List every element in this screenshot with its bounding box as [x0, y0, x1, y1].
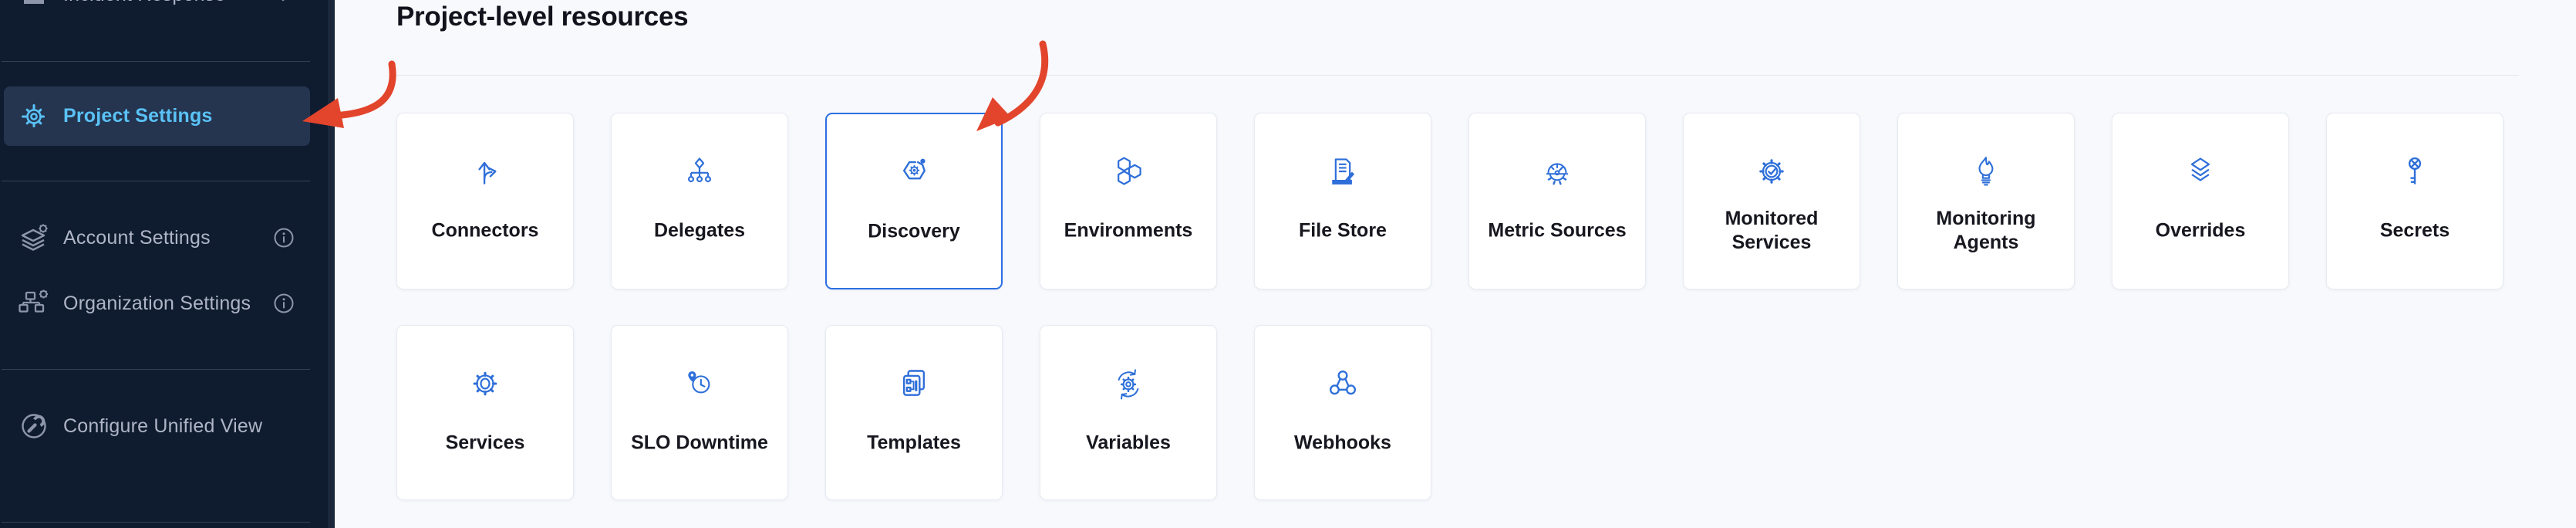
card-webhooks[interactable]: Webhooks	[1254, 325, 1431, 500]
card-secrets[interactable]: Secrets	[2326, 113, 2504, 289]
card-label: File Store	[1266, 219, 1419, 243]
incident-response-icon	[17, 0, 51, 12]
sidebar-item-configure-unified-view[interactable]: Configure Unified View	[4, 396, 310, 456]
card-file-store[interactable]: File Store	[1254, 113, 1431, 289]
sidebar-divider	[2, 61, 310, 62]
connectors-icon	[468, 154, 502, 188]
card-templates[interactable]: Templates	[825, 325, 1003, 500]
card-variables[interactable]: Variables	[1040, 325, 1217, 500]
environments-icon	[1111, 154, 1145, 188]
card-overrides[interactable]: Overrides	[2112, 113, 2289, 289]
card-label: Delegates	[623, 219, 776, 243]
sidebar-item-label: Incident Response	[63, 0, 225, 6]
card-monitored-services[interactable]: Monitored Services	[1683, 113, 1860, 289]
overrides-icon	[2183, 154, 2217, 188]
card-label: Webhooks	[1266, 432, 1419, 455]
slo-downtime-icon	[683, 367, 716, 401]
sidebar-item-account-settings[interactable]: Account Settings	[4, 208, 310, 268]
card-label: Environments	[1052, 219, 1205, 243]
sidebar-scrollbar[interactable]	[328, 0, 335, 528]
card-label: Discovery	[838, 220, 990, 244]
secrets-icon	[2398, 154, 2432, 188]
info-icon[interactable]	[273, 293, 295, 314]
card-label: Variables	[1052, 432, 1205, 455]
resource-cards-row-1: Connectors Delegates	[396, 113, 2504, 289]
gear-icon	[17, 100, 51, 134]
card-environments[interactable]: Environments	[1040, 113, 1217, 289]
sidebar-item-organization-settings[interactable]: Organization Settings	[4, 273, 310, 333]
sidebar-divider	[2, 369, 310, 370]
card-label: Services	[409, 432, 561, 455]
main-content: Project-level resources Connectors Deleg…	[335, 0, 2576, 528]
webhooks-icon	[1326, 367, 1360, 401]
variables-icon	[1111, 367, 1145, 401]
sidebar-item-label: Organization Settings	[63, 293, 251, 315]
header-divider	[396, 75, 2519, 76]
card-monitoring-agents[interactable]: Monitoring Agents	[1897, 113, 2075, 289]
info-icon[interactable]	[273, 227, 295, 249]
card-label: Connectors	[409, 219, 561, 243]
sidebar-item-label: Account Settings	[63, 227, 211, 249]
sidebar-item-label: Project Settings	[63, 105, 213, 127]
card-slo-downtime[interactable]: SLO Downtime	[611, 325, 788, 500]
sidebar-item-project-settings[interactable]: Project Settings	[4, 86, 310, 146]
card-label: Overrides	[2124, 219, 2277, 243]
metric-sources-icon	[1540, 154, 1574, 188]
resource-cards-row-2: Services SLO Downtime	[396, 325, 1431, 500]
file-store-icon	[1326, 154, 1360, 188]
card-label: Secrets	[2338, 219, 2491, 243]
discovery-icon	[897, 154, 931, 188]
card-delegates[interactable]: Delegates	[611, 113, 788, 289]
account-settings-icon	[17, 221, 51, 255]
card-label: SLO Downtime	[623, 432, 776, 455]
services-icon	[468, 367, 502, 401]
page-title: Project-level resources	[396, 2, 688, 32]
card-label: Templates	[838, 432, 990, 455]
organization-settings-icon	[17, 286, 51, 320]
unified-view-wrench-icon	[17, 409, 51, 443]
delegates-icon	[683, 154, 716, 188]
card-label: Metric Sources	[1481, 219, 1634, 243]
sidebar-item-label: Configure Unified View	[63, 415, 262, 438]
card-services[interactable]: Services	[396, 325, 574, 500]
templates-icon	[897, 367, 931, 401]
monitored-services-icon	[1755, 154, 1789, 188]
card-metric-sources[interactable]: Metric Sources	[1468, 113, 1646, 289]
card-label: Monitoring Agents	[1910, 207, 2062, 255]
chevron-right-icon	[276, 0, 295, 4]
sidebar-divider	[2, 522, 310, 523]
sidebar: Incident Response Project Settings	[0, 0, 335, 528]
card-discovery[interactable]: Discovery	[825, 113, 1003, 289]
sidebar-item-incident-response[interactable]: Incident Response	[4, 0, 310, 25]
card-label: Monitored Services	[1695, 207, 1848, 255]
monitoring-agents-icon	[1969, 154, 2003, 188]
card-connectors[interactable]: Connectors	[396, 113, 574, 289]
